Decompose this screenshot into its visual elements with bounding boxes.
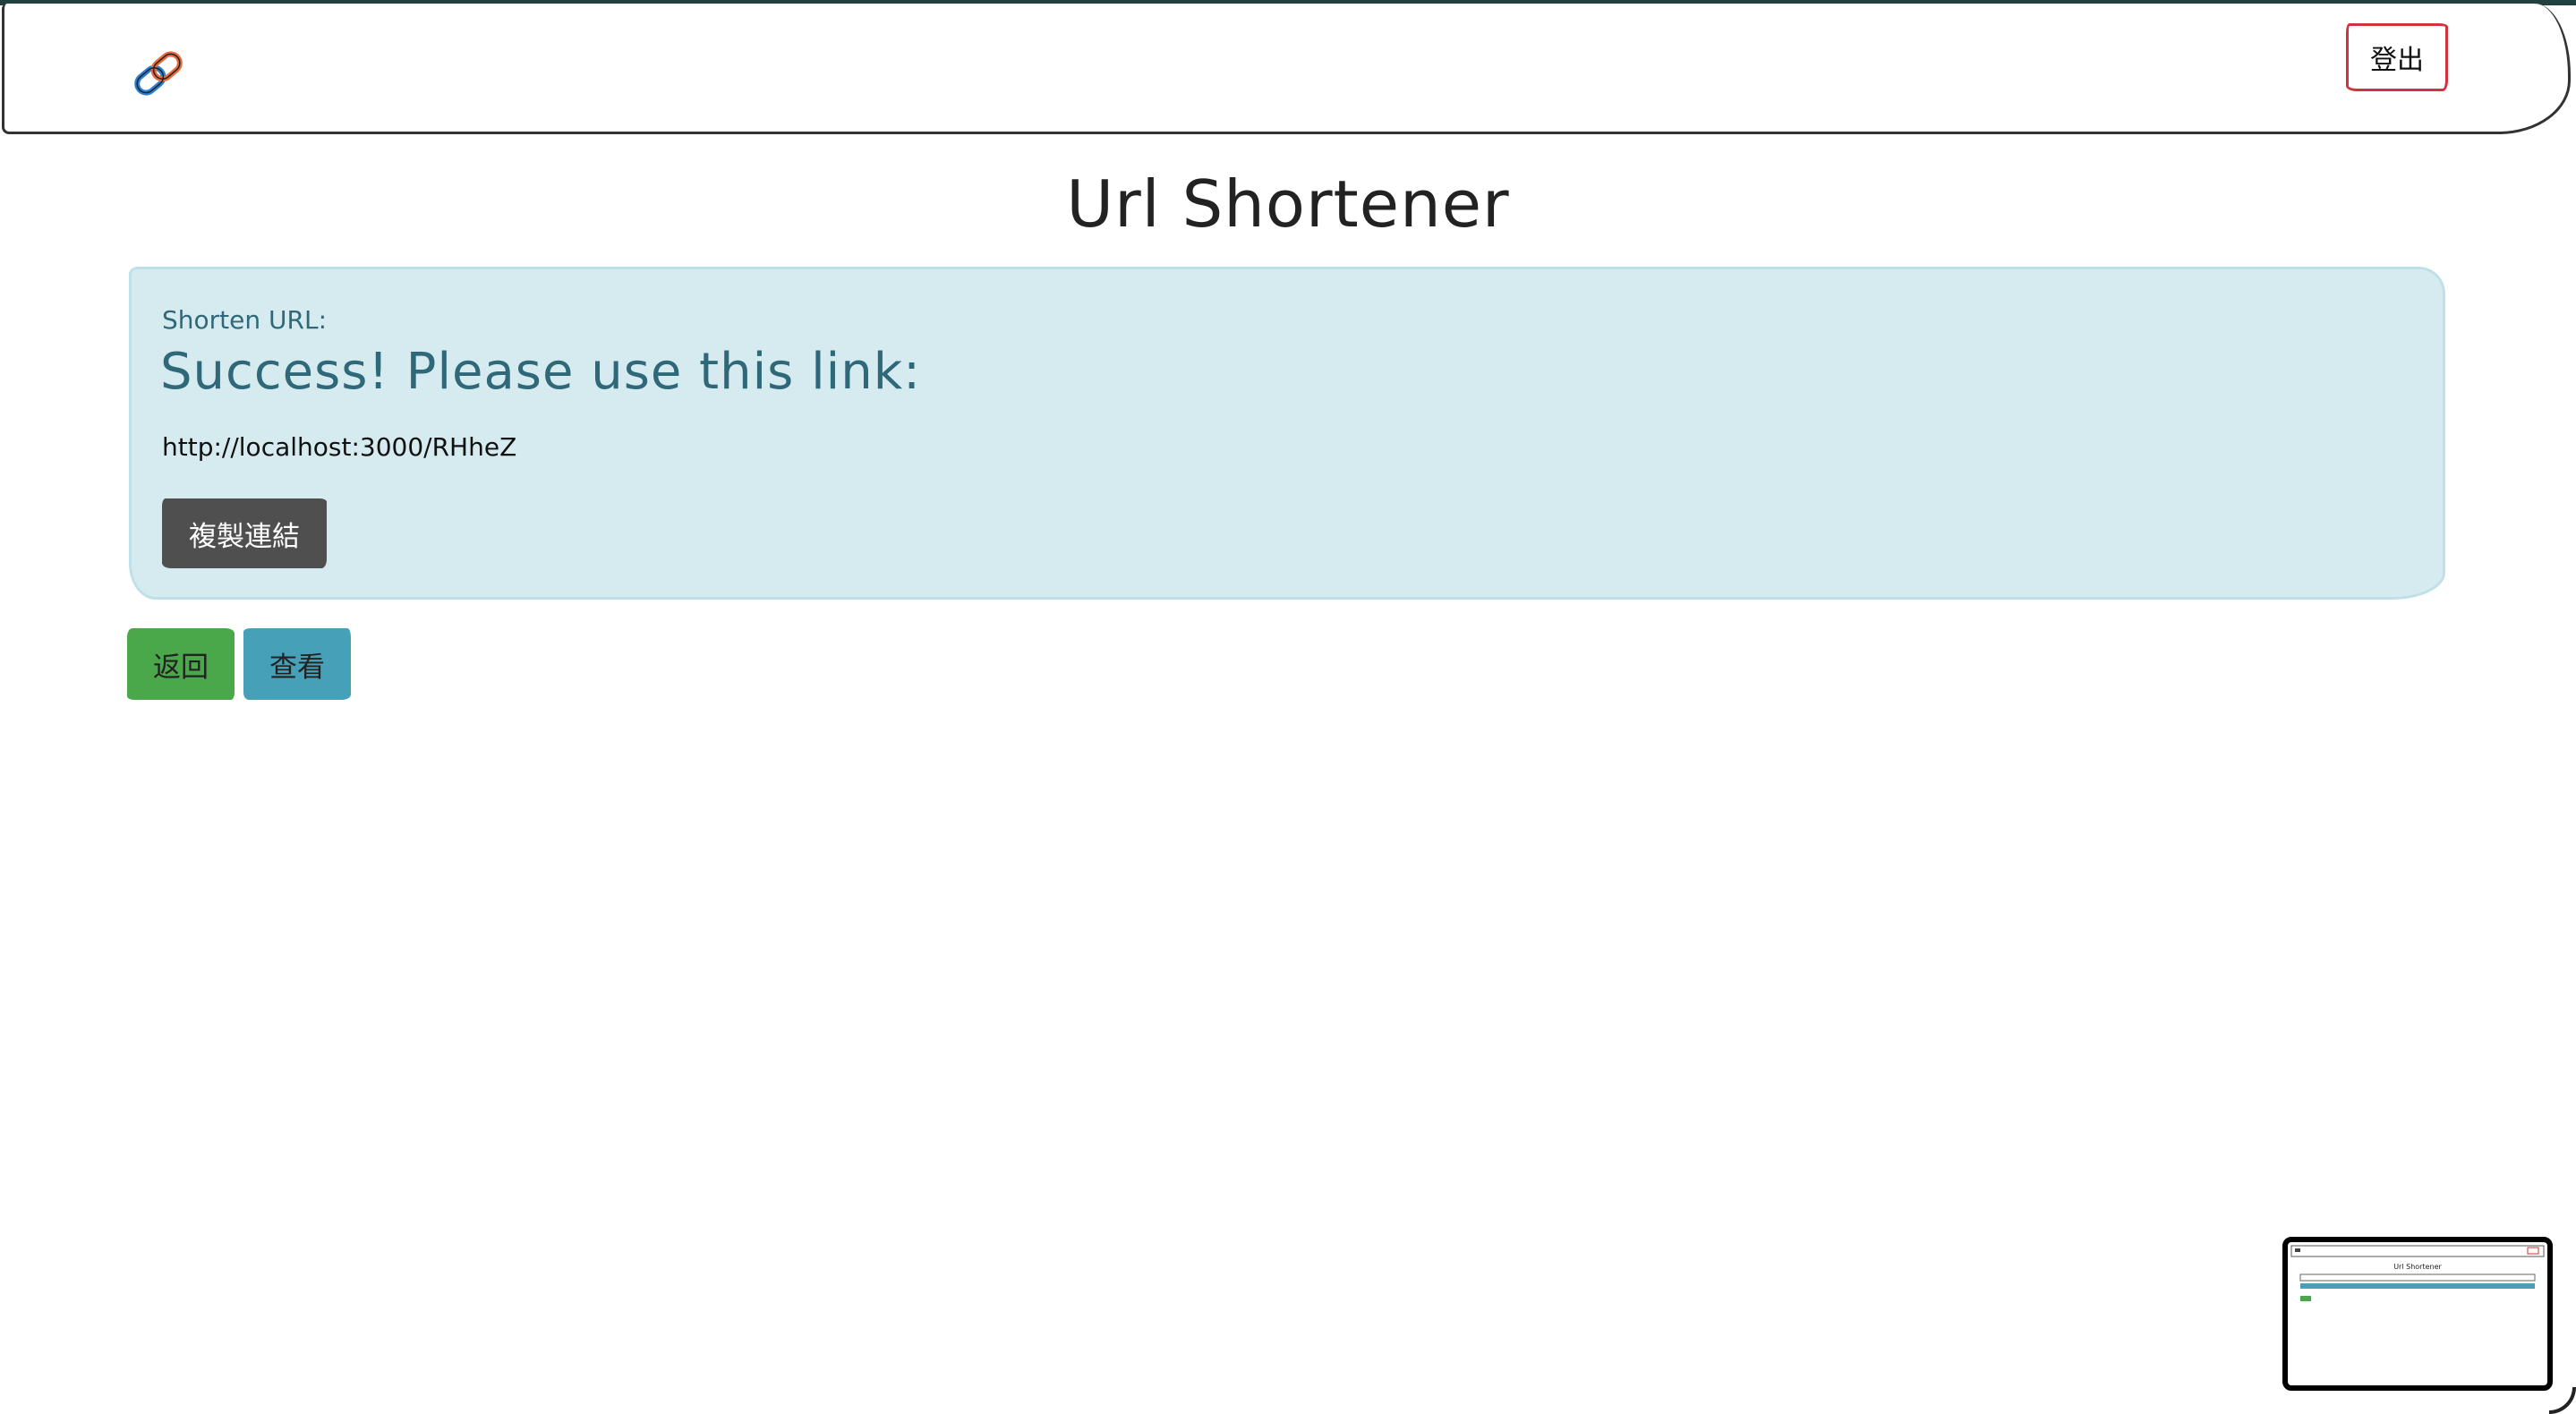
brand-link[interactable] [128,47,189,100]
back-button[interactable]: 返回 [127,628,235,700]
thumbnail-preview: Url Shortener [2290,1245,2545,1301]
success-heading: Success! Please use this link: [160,343,922,401]
navbar: 登出 [2,4,2571,134]
link-icon [134,51,183,96]
copy-link-button[interactable]: 複製連結 [162,498,327,568]
logout-button[interactable]: 登出 [2346,23,2448,91]
shorten-url-label: Shorten URL: [162,305,327,335]
short-link[interactable]: http://localhost:3000/RHheZ [162,432,516,462]
page-thumbnail[interactable]: Url Shortener [2282,1237,2553,1391]
page-title: Url Shortener [1066,166,1510,242]
view-button[interactable]: 查看 [243,628,351,700]
thumbnail-title: Url Shortener [2393,1263,2442,1271]
success-alert: Shorten URL: Success! Please use this li… [129,267,2445,600]
window-corner [2549,1387,2576,1414]
